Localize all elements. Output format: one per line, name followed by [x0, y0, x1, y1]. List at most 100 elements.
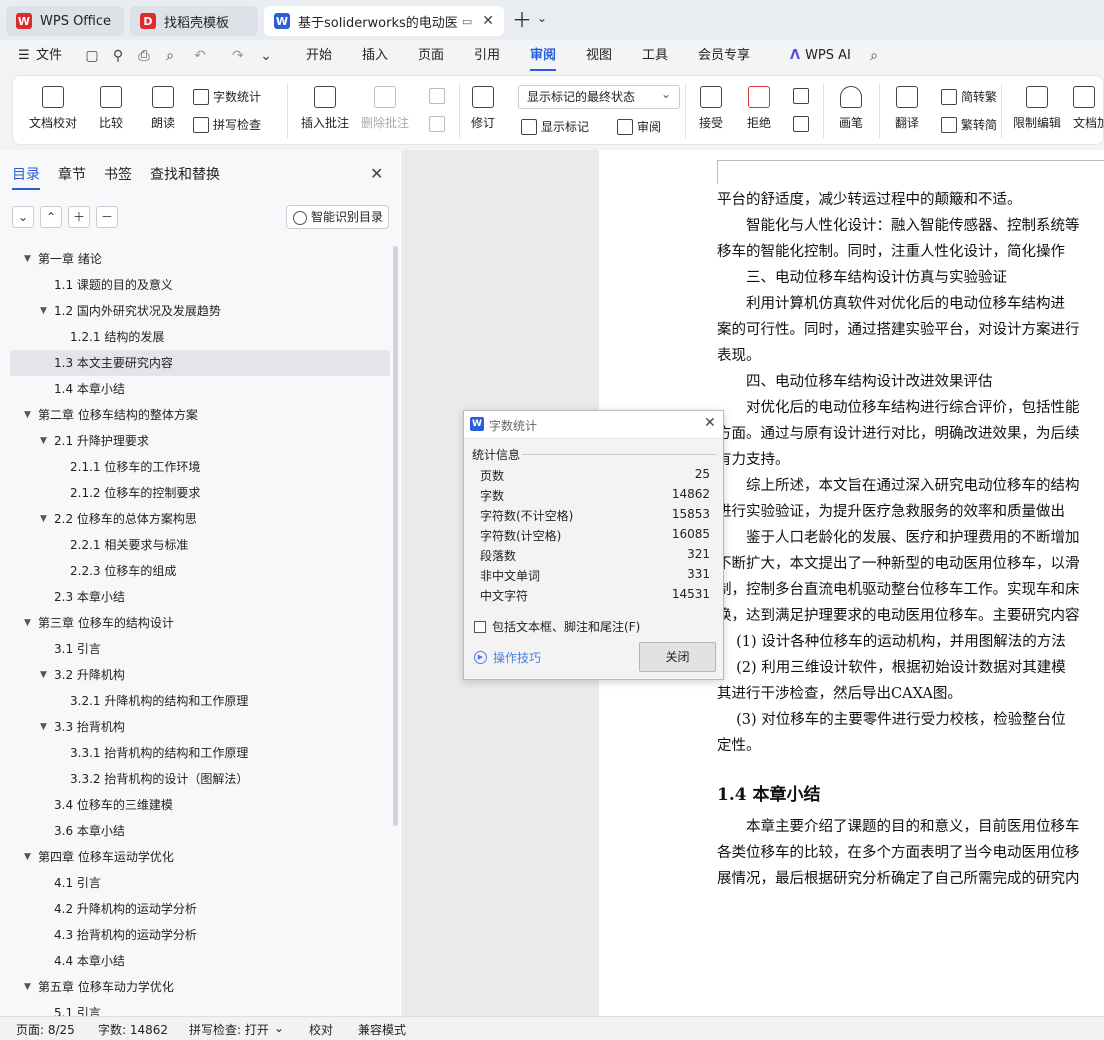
expand-arrow-icon[interactable]: ▼: [40, 428, 47, 454]
expand-arrow-icon[interactable]: ▼: [40, 298, 47, 324]
close-tab-icon[interactable]: ✕: [482, 13, 494, 29]
toc-item[interactable]: ▼ 第三章 位移车的结构设计: [10, 610, 390, 636]
compare-button[interactable]: 比较: [99, 86, 123, 131]
toc-item[interactable]: 3.3.1 抬背机构的结构和工作原理: [10, 740, 390, 766]
menu-tools[interactable]: 工具: [642, 40, 668, 72]
toc-item[interactable]: ▼ 第四章 位移车运动学优化: [10, 844, 390, 870]
toc-item[interactable]: 1.4 本章小结: [10, 376, 390, 402]
toc-item[interactable]: 2.1.2 位移车的控制要求: [10, 480, 390, 506]
menu-file[interactable]: 文件: [36, 40, 62, 72]
share-icon[interactable]: ⚲: [110, 48, 126, 64]
remove-heading-button[interactable]: －: [96, 206, 118, 228]
doc-check-button[interactable]: 文档校对: [29, 86, 77, 131]
collapse-level-button[interactable]: ⌄: [12, 206, 34, 228]
expand-arrow-icon[interactable]: ▼: [24, 844, 31, 870]
word-count-indicator[interactable]: 字数: 14862: [98, 1021, 168, 1038]
toc-item[interactable]: 2.2.3 位移车的组成: [10, 558, 390, 584]
toc-item[interactable]: ▼ 第五章 位移车动力学优化: [10, 974, 390, 1000]
nav-tab-toc[interactable]: 目录: [12, 164, 40, 190]
spell-status-chevron-icon[interactable]: ⌄: [274, 1021, 284, 1035]
save-icon[interactable]: ▢: [84, 48, 100, 64]
menu-references[interactable]: 引用: [474, 40, 500, 72]
toc-item[interactable]: 1.2.1 结构的发展: [10, 324, 390, 350]
toc-item[interactable]: 3.3.2 抬背机构的设计（图解法）: [10, 766, 390, 792]
to-simplified-button[interactable]: 繁转简: [941, 116, 997, 133]
toc-item[interactable]: 3.4 位移车的三维建模: [10, 792, 390, 818]
toc-item[interactable]: ▼ 1.2 国内外研究状况及发展趋势: [10, 298, 390, 324]
search-icon[interactable]: ⌕: [866, 48, 882, 64]
restrict-edit-button[interactable]: 限制编辑: [1013, 86, 1061, 131]
toc-item[interactable]: 4.2 升降机构的运动学分析: [10, 896, 390, 922]
revise-button[interactable]: 修订: [471, 86, 495, 131]
doc-protect-button[interactable]: 文档加: [1073, 86, 1104, 131]
menu-home[interactable]: 开始: [306, 40, 332, 72]
tab-wps-office[interactable]: W WPS Office: [6, 6, 124, 36]
toc-item[interactable]: ▼ 3.3 抬背机构: [10, 714, 390, 740]
prev-comment-button[interactable]: [429, 88, 449, 104]
toc-item[interactable]: 1.3 本文主要研究内容: [10, 350, 390, 376]
include-textbox-checkbox[interactable]: 包括文本框、脚注和尾注(F): [474, 618, 640, 635]
dialog-titlebar[interactable]: W 字数统计 ✕: [464, 411, 723, 439]
expand-arrow-icon[interactable]: ▼: [24, 246, 31, 272]
to-traditional-button[interactable]: 简转繁: [941, 88, 997, 105]
next-comment-button[interactable]: [429, 116, 449, 132]
nav-tab-bookmarks[interactable]: 书签: [104, 164, 132, 190]
proofread-status[interactable]: 校对: [309, 1021, 333, 1038]
expand-arrow-icon[interactable]: ▼: [24, 974, 31, 1000]
toc-item[interactable]: 3.2.1 升降机构的结构和工作原理: [10, 688, 390, 714]
expand-arrow-icon[interactable]: ▼: [40, 506, 47, 532]
dialog-close-icon[interactable]: ✕: [704, 415, 716, 431]
close-button[interactable]: 关闭: [639, 642, 716, 672]
toc-item[interactable]: 2.2.1 相关要求与标准: [10, 532, 390, 558]
print-preview-icon[interactable]: ⌕: [162, 48, 178, 64]
toc-item[interactable]: ▼ 第二章 位移车结构的整体方案: [10, 402, 390, 428]
expand-level-button[interactable]: ⌃: [40, 206, 62, 228]
tab-list-chevron-icon[interactable]: ⌄: [537, 11, 547, 25]
toc-item[interactable]: 3.1 引言: [10, 636, 390, 662]
checkbox-box[interactable]: [474, 620, 486, 633]
expand-arrow-icon[interactable]: ▼: [24, 402, 31, 428]
tips-link[interactable]: ▶ 操作技巧: [474, 649, 541, 666]
smart-toc-button[interactable]: 智能识别目录: [286, 205, 389, 229]
page-indicator[interactable]: 页面: 8/25: [16, 1021, 75, 1038]
spell-check-status[interactable]: 拼写检查: 打开: [189, 1021, 269, 1038]
add-heading-button[interactable]: ＋: [68, 206, 90, 228]
close-nav-icon[interactable]: ✕: [370, 164, 383, 183]
hamburger-icon[interactable]: ☰: [18, 40, 30, 72]
pen-button[interactable]: 画笔: [839, 86, 863, 131]
expand-arrow-icon[interactable]: ▼: [40, 662, 47, 688]
insert-comment-button[interactable]: 插入批注: [301, 86, 349, 131]
accept-button[interactable]: 接受: [699, 86, 723, 131]
menu-member[interactable]: 会员专享: [698, 40, 750, 72]
toc-item[interactable]: ▼ 2.2 位移车的总体方案构思: [10, 506, 390, 532]
menu-insert[interactable]: 插入: [362, 40, 388, 72]
expand-arrow-icon[interactable]: ▼: [24, 610, 31, 636]
markup-state-select[interactable]: 显示标记的最终状态: [518, 83, 680, 109]
toc-item[interactable]: 2.3 本章小结: [10, 584, 390, 610]
print-icon[interactable]: ⎙: [136, 48, 152, 64]
nav-scrollbar[interactable]: [393, 246, 398, 826]
tab-docer-templates[interactable]: D 找稻壳模板: [130, 6, 258, 36]
redo-icon[interactable]: ↷: [230, 48, 246, 64]
review-pane-button[interactable]: 审阅: [617, 118, 661, 135]
expand-arrow-icon[interactable]: ▼: [40, 714, 47, 740]
show-markup-button[interactable]: 显示标记: [521, 118, 589, 135]
undo-icon[interactable]: ↶: [192, 48, 208, 64]
reject-button[interactable]: 拒绝: [747, 86, 771, 131]
menu-page[interactable]: 页面: [418, 40, 444, 72]
toc-item[interactable]: ▼ 3.2 升降机构: [10, 662, 390, 688]
wps-ai-button[interactable]: ᐱ WPS AI: [790, 40, 851, 72]
nav-tab-sections[interactable]: 章节: [58, 164, 86, 190]
quick-access-chevron-icon[interactable]: ⌄: [258, 48, 274, 64]
toc-item[interactable]: 4.4 本章小结: [10, 948, 390, 974]
next-change-button[interactable]: [793, 116, 813, 132]
word-count-button[interactable]: 字数统计: [193, 88, 261, 105]
toc-item[interactable]: 4.1 引言: [10, 870, 390, 896]
read-aloud-button[interactable]: 朗读: [151, 86, 175, 131]
menu-review[interactable]: 审阅: [530, 40, 557, 71]
toc-item[interactable]: ▼ 2.1 升降护理要求: [10, 428, 390, 454]
toc-item[interactable]: 1.1 课题的目的及意义: [10, 272, 390, 298]
toc-item[interactable]: 4.3 抬背机构的运动学分析: [10, 922, 390, 948]
tab-document[interactable]: W 基于soliderworks的电动医用 ▭ ✕: [264, 6, 504, 36]
monitor-icon[interactable]: ▭: [462, 15, 472, 28]
